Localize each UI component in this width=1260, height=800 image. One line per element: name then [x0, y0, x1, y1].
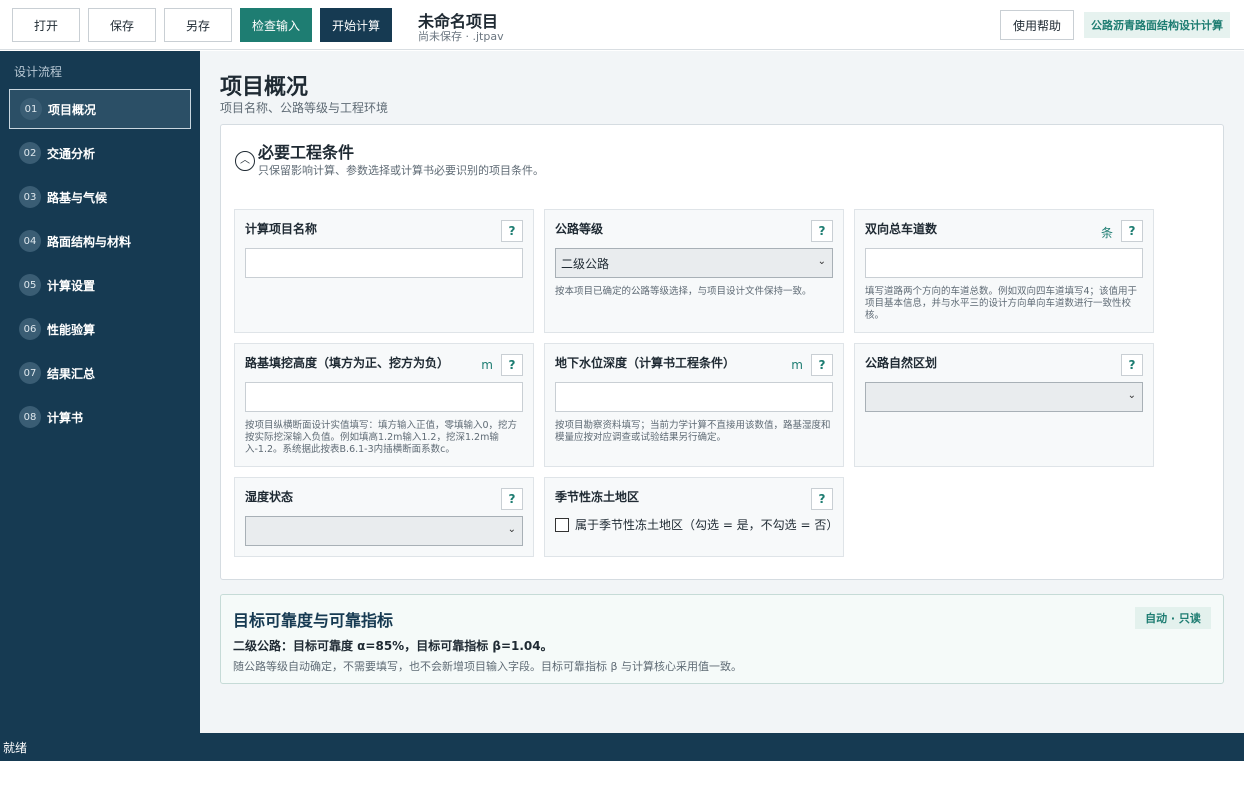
auto-readonly-badge: 自动 · 只读 — [1135, 607, 1211, 629]
field-fill-height: 路基填挖高度（填方为正、挖方为负） m ? 按项目纵横断面设计实值填写：填方输入… — [234, 343, 534, 467]
sidebar-heading: 设计流程 — [14, 65, 63, 79]
sidebar-item-calculation-report[interactable]: 08 计算书 — [9, 397, 191, 437]
field-label: 季节性冻土地区 — [555, 490, 640, 504]
unit-label: m — [481, 358, 493, 372]
field-help-text: 按本项目已确定的公路等级选择，与项目设计文件保持一致。 — [555, 286, 812, 297]
field-road-grade: 公路等级 ? 二级公路 ⌄ 按本项目已确定的公路等级选择，与项目设计文件保持一致… — [544, 209, 844, 333]
field-help-text: 按项目纵横断面设计实值填写：填方输入正值，零填输入0，挖方按实际挖深输入负值。例… — [245, 420, 518, 455]
field-total-lanes: 双向总车道数 条 ? 填写道路两个方向的车道总数。例如双向四车道填写4；该值用于… — [854, 209, 1154, 333]
field-label: 公路等级 — [555, 222, 604, 236]
field-label: 路基填挖高度（填方为正、挖方为负） — [245, 356, 450, 370]
natural-zone-select[interactable]: ⌄ — [865, 382, 1143, 412]
project-name-input[interactable] — [245, 248, 523, 278]
seasonal-frost-checkbox-row[interactable]: 属于季节性冻土地区（勾选 = 是，不勾选 = 否） — [555, 516, 838, 533]
help-question-icon[interactable]: ? — [1121, 220, 1143, 242]
reliability-panel: 目标可靠度与可靠指标 自动 · 只读 二级公路：目标可靠度 α=85%，目标可靠… — [220, 594, 1224, 684]
reliability-note: 随公路等级自动确定，不需要填写，也不会新增项目输入字段。目标可靠指标 β 与计算… — [233, 660, 743, 673]
total-lanes-input[interactable] — [865, 248, 1143, 278]
open-button[interactable]: 打开 — [12, 8, 80, 42]
field-seasonal-frost: 季节性冻土地区 ? 属于季节性冻土地区（勾选 = 是，不勾选 = 否） — [544, 477, 844, 557]
app-brand-badge: 公路沥青路面结构设计计算 — [1084, 12, 1230, 38]
sidebar-item-label: 性能验算 — [47, 322, 96, 337]
field-help-text: 填写道路两个方向的车道总数。例如双向四车道填写4；该值用于项目基本信息，并与水平… — [865, 286, 1138, 321]
checkbox-label: 属于季节性冻土地区（勾选 = 是，不勾选 = 否） — [575, 518, 839, 532]
seasonal-frost-checkbox[interactable] — [555, 517, 569, 532]
help-button[interactable]: 使用帮助 — [1000, 10, 1074, 40]
fill-height-input[interactable] — [245, 382, 523, 412]
required-conditions-panel: ︿ 必要工程条件 只保留影响计算、参数选择或计算书必要识别的项目条件。 计算项目… — [220, 124, 1224, 580]
help-question-icon[interactable]: ? — [501, 354, 523, 376]
field-help-text: 按项目勘察资料填写；当前力学计算不直接用该数值，路基湿度和模量应按对应调查或试验… — [555, 420, 831, 443]
panel-subtitle: 只保留影响计算、参数选择或计算书必要识别的项目条件。 — [258, 164, 544, 177]
sidebar-item-label: 路面结构与材料 — [47, 234, 132, 249]
road-grade-value: 二级公路 — [561, 256, 610, 271]
step-number: 06 — [19, 318, 41, 340]
status-bar: 就绪 — [0, 733, 1244, 761]
collapse-chevron-icon[interactable]: ︿ — [235, 151, 255, 171]
panel-title: 必要工程条件 — [258, 143, 355, 162]
help-question-icon[interactable]: ? — [1121, 354, 1143, 376]
sidebar-item-label: 计算书 — [47, 410, 84, 425]
field-project-name: 计算项目名称 ? — [234, 209, 534, 333]
step-number: 02 — [19, 142, 41, 164]
step-number: 07 — [19, 362, 41, 384]
chevron-down-icon: ⌄ — [817, 256, 826, 267]
page-subtitle: 项目名称、公路等级与工程环境 — [220, 101, 389, 115]
sidebar-item-subgrade-climate[interactable]: 03 路基与气候 — [9, 177, 191, 217]
chevron-down-icon: ⌄ — [1127, 390, 1136, 401]
step-number: 05 — [19, 274, 41, 296]
unit-label: m — [791, 358, 803, 372]
step-number: 03 — [19, 186, 41, 208]
sidebar-item-label: 计算设置 — [47, 278, 96, 293]
help-question-icon[interactable]: ? — [501, 220, 523, 242]
field-groundwater-depth: 地下水位深度（计算书工程条件） m ? 按项目勘察资料填写；当前力学计算不直接用… — [544, 343, 844, 467]
sidebar-item-label: 交通分析 — [47, 146, 96, 161]
step-number: 01 — [20, 98, 42, 120]
help-question-icon[interactable]: ? — [811, 488, 833, 510]
field-label: 计算项目名称 — [245, 222, 318, 236]
workflow-sidebar: 设计流程 01 项目概况 02 交通分析 03 路基与气候 04 路面结构与材料… — [0, 51, 200, 733]
help-question-icon[interactable]: ? — [501, 488, 523, 510]
page-title: 项目概况 — [220, 75, 309, 100]
start-calculation-button[interactable]: 开始计算 — [320, 8, 392, 42]
top-toolbar: 打开 保存 另存 检查输入 开始计算 未命名项目 尚未保存 · .jtpav 使… — [0, 0, 1244, 50]
help-question-icon[interactable]: ? — [811, 220, 833, 242]
save-as-button[interactable]: 另存 — [164, 8, 232, 42]
groundwater-depth-input[interactable] — [555, 382, 833, 412]
field-humidity-state: 湿度状态 ? ⌄ — [234, 477, 534, 557]
help-question-icon[interactable]: ? — [811, 354, 833, 376]
step-number: 08 — [19, 406, 41, 428]
chevron-down-icon: ⌄ — [507, 524, 516, 535]
sidebar-item-label: 项目概况 — [48, 102, 97, 117]
field-label: 地下水位深度（计算书工程条件） — [555, 356, 736, 370]
project-save-status: 尚未保存 · .jtpav — [418, 30, 504, 43]
main-content: 项目概况 项目名称、公路等级与工程环境 ︿ 必要工程条件 只保留影响计算、参数选… — [200, 51, 1244, 733]
sidebar-item-performance-check[interactable]: 06 性能验算 — [9, 309, 191, 349]
humidity-state-select[interactable]: ⌄ — [245, 516, 523, 546]
road-grade-select[interactable]: 二级公路 ⌄ — [555, 248, 833, 278]
field-natural-zone: 公路自然区划 ? ⌄ — [854, 343, 1154, 467]
sidebar-item-calculation-settings[interactable]: 05 计算设置 — [9, 265, 191, 305]
save-button[interactable]: 保存 — [88, 8, 156, 42]
field-label: 公路自然区划 — [865, 356, 938, 370]
status-text: 就绪 — [3, 740, 28, 755]
sidebar-item-results-summary[interactable]: 07 结果汇总 — [9, 353, 191, 393]
sidebar-item-label: 路基与气候 — [47, 190, 108, 205]
sidebar-item-project-overview[interactable]: 01 项目概况 — [9, 89, 191, 129]
unit-label: 条 — [1100, 226, 1113, 240]
field-label: 湿度状态 — [245, 490, 294, 504]
reliability-value: 二级公路：目标可靠度 α=85%，目标可靠指标 β=1.04。 — [233, 639, 553, 653]
check-input-button[interactable]: 检查输入 — [240, 8, 312, 42]
step-number: 04 — [19, 230, 41, 252]
sidebar-item-label: 结果汇总 — [47, 366, 96, 381]
field-label: 双向总车道数 — [865, 222, 938, 236]
sidebar-item-traffic-analysis[interactable]: 02 交通分析 — [9, 133, 191, 173]
reliability-title: 目标可靠度与可靠指标 — [233, 611, 394, 630]
sidebar-item-pavement-structure[interactable]: 04 路面结构与材料 — [9, 221, 191, 261]
